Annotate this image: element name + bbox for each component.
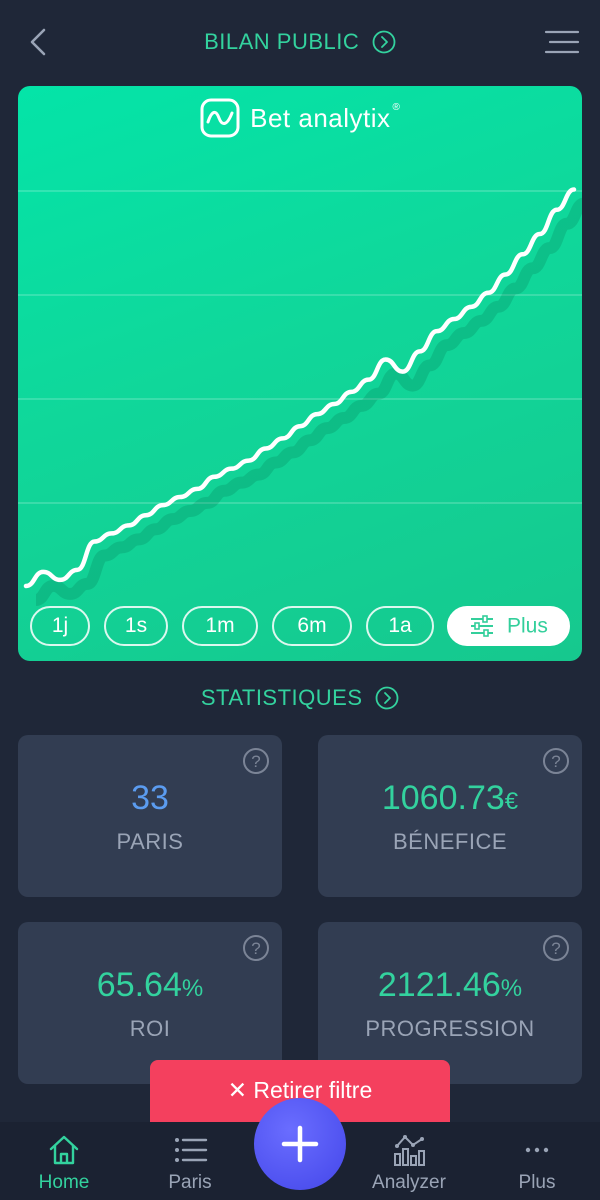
stat-label-paris: PARIS <box>116 829 184 854</box>
range-button-6m[interactable]: 6m <box>272 606 352 646</box>
help-icon[interactable]: ? <box>542 747 570 775</box>
svg-text:?: ? <box>551 939 560 958</box>
more-filters-button[interactable]: Plus <box>447 606 570 646</box>
page-title[interactable]: BILAN PUBLIC <box>0 28 600 55</box>
chevron-circle-icon <box>375 686 399 710</box>
statistics-heading-text: STATISTIQUES <box>200 685 363 711</box>
analytics-logo-icon <box>200 98 240 138</box>
nav-item-home[interactable]: Home <box>4 1122 124 1200</box>
brand-name: Bet analytix <box>250 102 391 133</box>
stat-number-progression: 2121.46 <box>377 966 501 1004</box>
statistics-heading[interactable]: STATISTIQUES <box>0 684 600 711</box>
svg-text:?: ? <box>551 752 560 771</box>
stat-value-benefice: 1060.73€ <box>318 779 582 818</box>
home-icon <box>49 1135 79 1165</box>
range-button-1m[interactable]: 1m <box>182 606 258 646</box>
chevron-circle-icon <box>372 30 396 54</box>
stat-unit-benefice: € <box>504 788 519 815</box>
sliders-icon <box>471 615 494 638</box>
stat-value-progression: 2121.46% <box>318 966 582 1005</box>
add-bet-button[interactable] <box>254 1098 346 1190</box>
range-button-1a[interactable]: 1a <box>366 606 434 646</box>
nav-label-plus: Plus <box>518 1172 556 1193</box>
page-title-text: BILAN PUBLIC <box>204 29 360 55</box>
range-button-1j[interactable]: 1j <box>30 606 90 646</box>
bankroll-chart <box>18 187 582 606</box>
stat-card-benefice: ? 1060.73€ BÉNEFICE <box>318 735 582 897</box>
nav-label-analyzer: Analyzer <box>372 1172 446 1193</box>
list-icon <box>175 1138 208 1162</box>
more-dots-icon <box>525 1147 549 1153</box>
brand: Bet analytix ® <box>18 98 582 138</box>
nav-label-home: Home <box>38 1172 90 1193</box>
stat-unit-progression: % <box>500 975 523 1002</box>
stat-value-roi: 65.64% <box>18 966 282 1005</box>
nav-label-paris: Paris <box>168 1172 212 1193</box>
stat-number-roi: 65.64 <box>96 966 182 1004</box>
nav-item-analyzer[interactable]: Analyzer <box>349 1122 469 1200</box>
chart-series-line <box>23 187 577 589</box>
help-icon[interactable]: ? <box>242 934 270 962</box>
more-filters-label: Plus <box>506 614 548 638</box>
chart-line-shadow <box>34 197 582 606</box>
brand-registered-mark: ® <box>392 102 400 113</box>
stat-unit-roi: % <box>181 975 204 1002</box>
nav-item-paris[interactable]: Paris <box>130 1122 250 1200</box>
svg-text:?: ? <box>251 939 260 958</box>
stat-number-benefice: 1060.73 <box>381 779 505 817</box>
help-icon[interactable]: ? <box>242 747 270 775</box>
stat-value-paris: 33 <box>131 779 169 817</box>
plus-icon <box>281 1125 319 1163</box>
stat-label-progression: PROGRESSION <box>365 1016 535 1041</box>
range-button-1s[interactable]: 1s <box>104 606 168 646</box>
stat-label-benefice: BÉNEFICE <box>392 829 508 854</box>
nav-item-plus[interactable]: Plus <box>477 1122 597 1200</box>
stat-label-roi: ROI <box>129 1016 171 1041</box>
analytics-chart-icon <box>394 1135 425 1166</box>
svg-text:?: ? <box>251 752 260 771</box>
hamburger-menu-icon[interactable] <box>544 28 580 56</box>
time-range-selector: 1j 1s 1m 6m 1a Plus <box>30 606 570 646</box>
header: BILAN PUBLIC <box>0 0 600 86</box>
chart-card: Bet analytix ® 1j 1s 1m 6m 1a Plus <box>18 86 582 661</box>
help-icon[interactable]: ? <box>542 934 570 962</box>
stat-card-paris: ? 33 PARIS <box>18 735 282 897</box>
